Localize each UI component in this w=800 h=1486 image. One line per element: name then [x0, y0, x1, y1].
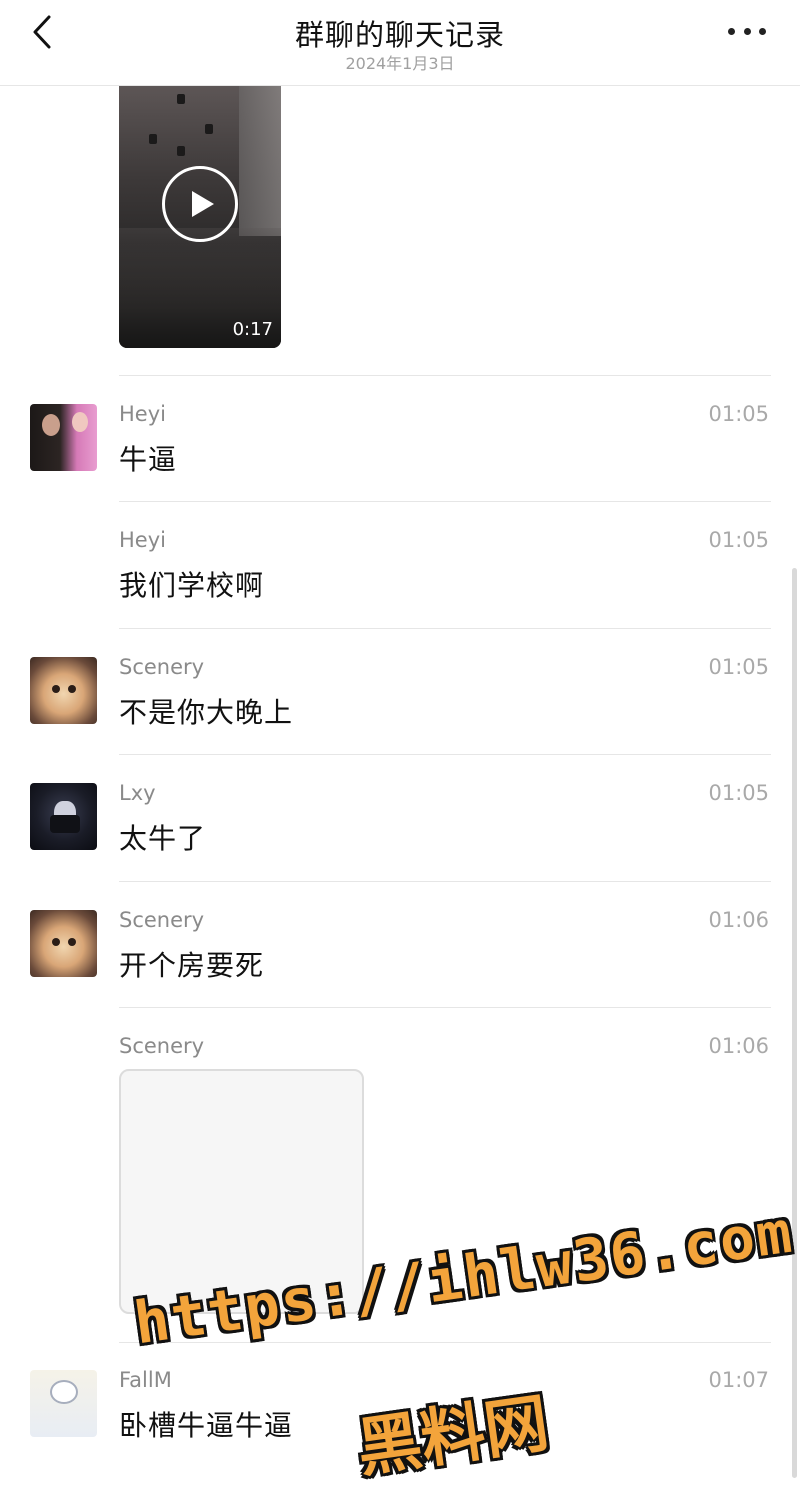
sender-name: Scenery [119, 908, 205, 932]
video-duration: 0:17 [232, 319, 273, 340]
message-text: 不是你大晚上 [119, 696, 294, 729]
message-time: 01:05 [708, 655, 769, 679]
avatar-detail [68, 685, 76, 693]
page-title: 群聊的聊天记录 [294, 18, 505, 52]
video-message[interactable]: 0:17 [119, 86, 281, 348]
video-thumbnail-detail [177, 94, 185, 104]
avatar[interactable] [30, 910, 97, 977]
video-thumbnail-detail [149, 134, 157, 144]
message-time: 01:05 [708, 781, 769, 805]
message-time: 01:07 [708, 1368, 769, 1392]
message-text: 开个房要死 [119, 949, 265, 982]
avatar-detail [68, 938, 76, 946]
video-thumbnail-detail [177, 146, 185, 156]
avatar-detail [50, 815, 80, 833]
video-thumbnail-detail [205, 124, 213, 134]
sender-name: Lxy [119, 781, 156, 805]
message-item[interactable]: Lxy 01:05 太牛了 [0, 755, 800, 881]
more-button[interactable] [728, 18, 766, 44]
message-text: 太牛了 [119, 822, 207, 855]
sender-name: Scenery [119, 1034, 205, 1058]
play-button[interactable] [162, 166, 238, 242]
chat-history-header: 群聊的聊天记录 2024年1月3日 [0, 0, 800, 86]
avatar[interactable] [30, 783, 97, 850]
more-dot [743, 27, 751, 35]
avatar[interactable] [30, 657, 97, 724]
page-date: 2024年1月3日 [345, 54, 455, 73]
avatar-detail [72, 412, 88, 432]
message-item[interactable]: Scenery 01:05 不是你大晚上 [0, 629, 800, 755]
message-item[interactable]: Heyi 01:05 我们学校啊 [0, 502, 800, 628]
avatar-detail [52, 685, 60, 693]
message-text: 牛逼 [119, 443, 178, 476]
avatar[interactable] [30, 404, 97, 471]
video-thumbnail-detail [239, 86, 281, 236]
message-time: 01:05 [708, 402, 769, 426]
message-item[interactable]: Heyi 01:05 牛逼 [0, 376, 800, 502]
message-time: 01:06 [708, 1034, 769, 1058]
scrollbar[interactable] [792, 568, 797, 1478]
message-time: 01:06 [708, 908, 769, 932]
avatar-detail [42, 414, 60, 436]
message-text: 我们学校啊 [119, 569, 265, 602]
message-item[interactable]: Scenery 01:06 开个房要死 [0, 882, 800, 1008]
play-icon [192, 191, 214, 217]
avatar-detail [52, 938, 60, 946]
more-dot [759, 27, 766, 35]
more-dot [728, 27, 735, 35]
sender-name: Heyi [119, 528, 166, 552]
avatar[interactable] [30, 1370, 97, 1437]
message-text: 卧槽牛逼牛逼 [119, 1409, 294, 1442]
sender-name: Heyi [119, 402, 166, 426]
avatar-detail [50, 1380, 78, 1404]
sender-name: Scenery [119, 655, 205, 679]
message-time: 01:05 [708, 528, 769, 552]
